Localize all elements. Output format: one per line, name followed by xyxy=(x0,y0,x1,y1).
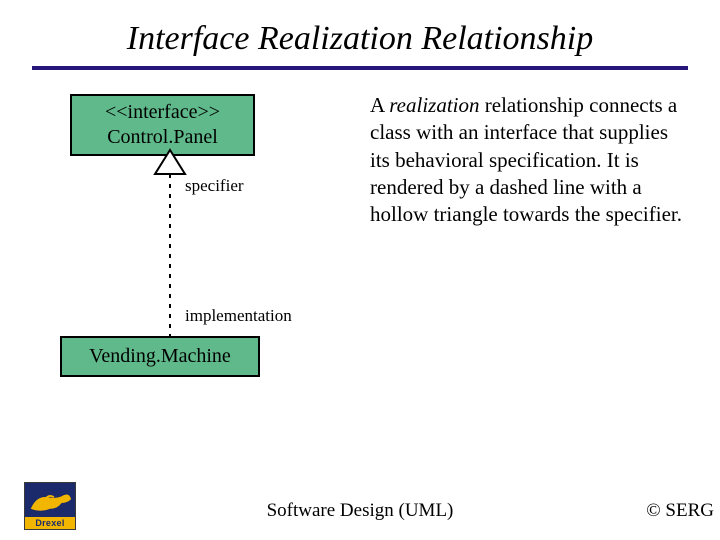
body-italic-word: realization xyxy=(389,93,479,117)
footer-center-text: Software Design (UML) xyxy=(0,500,720,522)
diagram-area: <<interface>> Control.Panel specifier im… xyxy=(0,88,720,448)
slide-title: Interface Realization Relationship xyxy=(0,0,720,66)
uml-class-name: Vending.Machine xyxy=(72,344,248,369)
label-implementation: implementation xyxy=(185,306,292,326)
uml-class-box: Vending.Machine xyxy=(60,336,260,377)
label-specifier: specifier xyxy=(185,176,244,196)
uml-interface-box: <<interface>> Control.Panel xyxy=(70,94,255,156)
body-prefix: A xyxy=(370,93,389,117)
uml-stereotype: <<interface>> xyxy=(82,100,243,125)
body-paragraph: A realization relationship connects a cl… xyxy=(370,92,690,228)
title-rule xyxy=(32,66,688,70)
footer: Drexel Software Design (UML) © SERG xyxy=(0,475,720,530)
realization-connector xyxy=(155,150,185,338)
uml-interface-name: Control.Panel xyxy=(82,125,243,150)
footer-copyright: © SERG xyxy=(646,500,714,522)
